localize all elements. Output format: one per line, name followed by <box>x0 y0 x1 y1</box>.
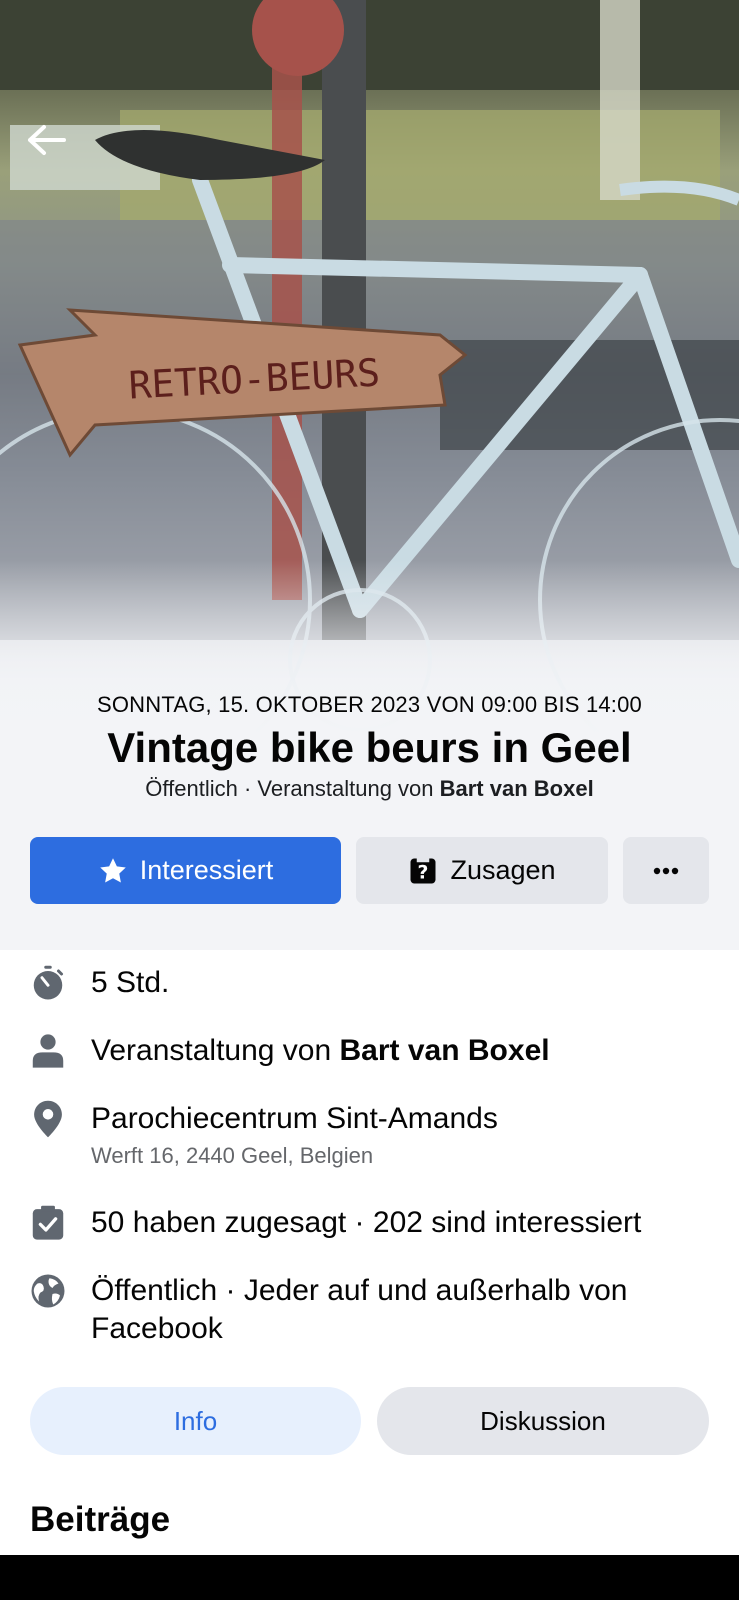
svg-text:?: ? <box>418 862 429 883</box>
responses-row[interactable]: 50 haben zugesagt · 202 sind interessier… <box>0 1204 739 1244</box>
person-icon <box>29 1032 67 1070</box>
more-button[interactable] <box>623 837 709 904</box>
going-label: Zusagen <box>450 855 556 885</box>
interested-label: Interessiert <box>139 855 274 885</box>
globe-icon <box>29 1272 67 1310</box>
system-navigation-bar <box>0 1555 739 1600</box>
event-privacy-host: Öffentlich · Veranstaltung von Bart van … <box>0 774 739 804</box>
going-button[interactable]: ? Zusagen <box>356 837 608 904</box>
stopwatch-icon <box>29 964 67 1002</box>
event-date: SONNTAG, 15. OKTOBER 2023 VON 09:00 BIS … <box>97 692 642 717</box>
question-calendar-icon: ? <box>408 856 438 886</box>
host-row: Veranstaltung von Bart van Boxel <box>0 1032 739 1072</box>
arrow-left-icon <box>28 125 66 155</box>
event-host-link[interactable]: Bart van Boxel <box>440 776 594 801</box>
event-title: Vintage bike beurs in Geel <box>107 724 632 771</box>
cover-photo: RETRO-BEURS <box>0 0 739 780</box>
event-header: SONNTAG, 15. OKTOBER 2023 VON 09:00 BIS … <box>0 690 739 804</box>
star-icon <box>98 856 128 886</box>
posts-section-title: Beiträge <box>30 1500 171 1539</box>
map-pin-icon <box>29 1100 67 1138</box>
back-button[interactable] <box>22 118 70 162</box>
duration-text: 5 Std. <box>91 966 170 999</box>
location-row[interactable]: Parochiecentrum Sint-Amands Werft 16, 24… <box>0 1100 739 1176</box>
host-text: Veranstaltung von Bart van Boxel <box>91 1032 709 1070</box>
host-prefix: Veranstaltung von <box>91 1034 340 1067</box>
privacy-row: Öffentlich · Jeder auf und außerhalb von… <box>0 1272 739 1352</box>
tab-info[interactable]: Info <box>30 1387 361 1455</box>
checkbox-icon <box>29 1204 67 1242</box>
interested-button[interactable]: Interessiert <box>30 837 341 904</box>
host-name-link[interactable]: Bart van Boxel <box>340 1034 550 1067</box>
duration-row: 5 Std. <box>0 964 739 1004</box>
more-dots-icon <box>653 867 679 874</box>
location-address: Werft 16, 2440 Geel, Belgien <box>91 1143 374 1168</box>
tab-discussion[interactable]: Diskussion <box>377 1387 709 1455</box>
location-name: Parochiecentrum Sint-Amands <box>91 1102 498 1135</box>
responses-text: 50 haben zugesagt · 202 sind interessier… <box>91 1206 642 1239</box>
privacy-text: Öffentlich · Jeder auf und außerhalb von… <box>91 1274 628 1345</box>
event-privacy-text: Öffentlich · Veranstaltung von <box>145 776 440 801</box>
